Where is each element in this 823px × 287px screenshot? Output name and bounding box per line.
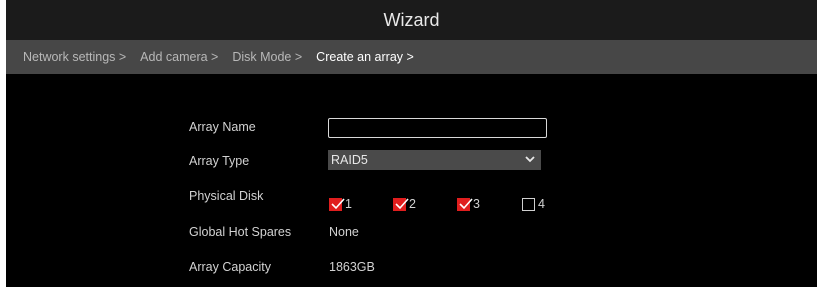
array-type-label: Array Type — [189, 154, 250, 168]
array-type-select[interactable]: RAID5 — [328, 150, 541, 170]
disk-1-checkbox[interactable] — [329, 197, 345, 211]
array-type-value: RAID5 — [331, 153, 368, 167]
global-hot-spares-value: None — [329, 225, 359, 239]
wizard-window: Wizard Network settings > Add camera > D… — [6, 0, 817, 287]
checkmark-icon — [395, 197, 409, 209]
disk-2-checkbox[interactable] — [393, 197, 409, 211]
array-capacity-label: Array Capacity — [189, 260, 271, 274]
create-array-form: Array Name Array Type RAID5 Physical Dis… — [6, 74, 817, 287]
array-name-label: Array Name — [189, 120, 256, 134]
checkmark-icon — [331, 197, 345, 209]
step-disk-mode[interactable]: Disk Mode > — [232, 50, 302, 64]
array-capacity-value: 1863GB — [329, 260, 375, 274]
step-add-camera[interactable]: Add camera > — [140, 50, 218, 64]
disk-1-label: 1 — [345, 197, 352, 211]
step-create-array[interactable]: Create an array > — [316, 50, 414, 64]
physical-disk-label: Physical Disk — [189, 189, 264, 203]
global-hot-spares-label: Global Hot Spares — [189, 225, 292, 239]
wizard-steps: Network settings > Add camera > Disk Mod… — [6, 40, 817, 74]
title-bar: Wizard — [6, 0, 817, 40]
checkmark-icon — [459, 197, 473, 209]
disk-3-checkbox[interactable] — [457, 197, 473, 211]
disk-option-2[interactable]: 2 — [393, 197, 416, 211]
disk-option-1[interactable]: 1 — [329, 197, 352, 211]
disk-4-label: 4 — [538, 197, 545, 211]
disk-4-checkbox[interactable] — [522, 197, 535, 211]
disk-2-label: 2 — [409, 197, 416, 211]
window-title: Wizard — [383, 9, 440, 30]
disk-option-4[interactable]: 4 — [522, 197, 545, 211]
step-network-settings[interactable]: Network settings > — [23, 50, 126, 64]
array-name-input[interactable] — [328, 118, 547, 138]
disk-3-label: 3 — [473, 197, 480, 211]
disk-option-3[interactable]: 3 — [457, 197, 480, 211]
chevron-down-icon — [524, 153, 536, 165]
